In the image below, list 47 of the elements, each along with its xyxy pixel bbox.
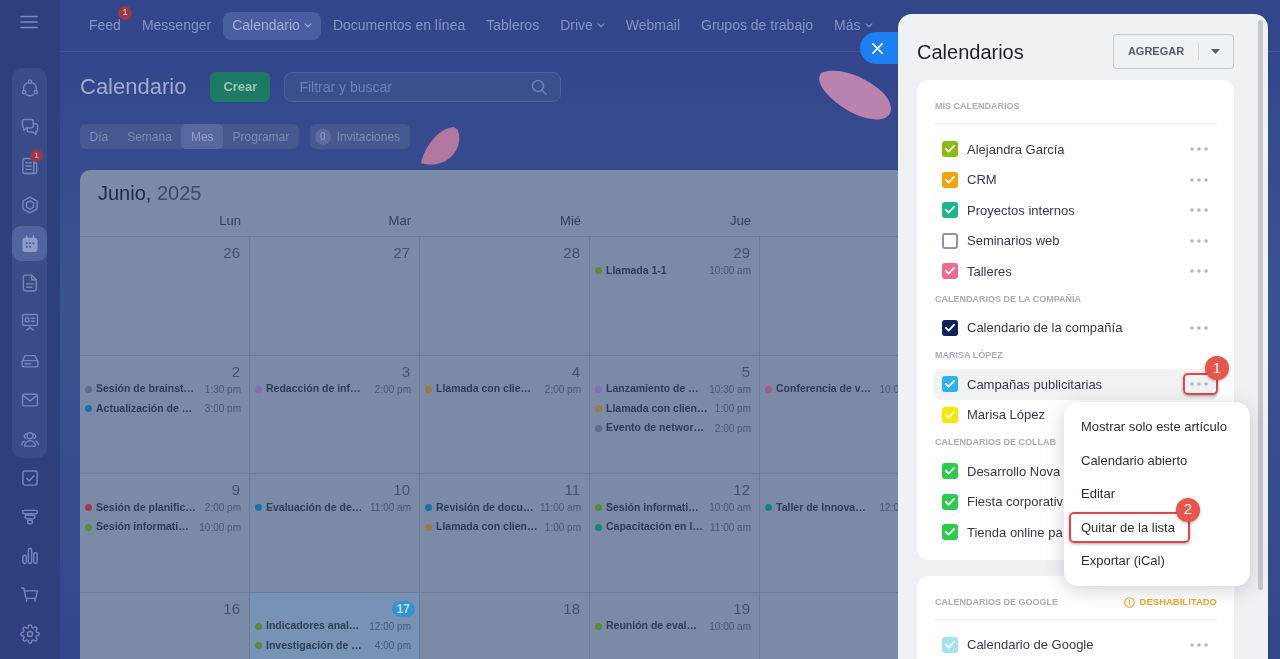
calendar-name: Calendario de Google [967, 636, 1094, 654]
section-heading: CALENDARIOS DE GOOGLE [935, 595, 1058, 609]
day-number: 4 [571, 363, 581, 380]
day-number: 27 [393, 245, 411, 261]
calendar-name: Calendario de la compañía [967, 319, 1123, 337]
page-title: Calendario [80, 73, 187, 101]
calendar-name: Seminarios web [967, 232, 1060, 250]
calendar-name: CRM [967, 171, 997, 189]
calendar-name: Marisa López [967, 406, 1046, 424]
calendar-name: Desarrollo Nova [967, 462, 1061, 481]
weekday-label: Mié [560, 212, 581, 231]
day-number: 10 [393, 482, 411, 498]
callout-badge: 1 [1205, 356, 1229, 380]
weekday-label: Lun [219, 212, 241, 231]
notification-badge: 1 [117, 5, 132, 20]
day-number: 28 [563, 245, 581, 261]
section-heading: MARISA LÓPEZ [935, 349, 1003, 363]
weekday-label: Jue [730, 212, 751, 231]
calendar-name: Campañas publicitarias [967, 375, 1103, 394]
day-number: 2 [231, 363, 241, 380]
day-number: 29 [733, 245, 751, 261]
day-number: 9 [231, 482, 241, 498]
notification-badge: 1 [30, 149, 43, 162]
day-number: 19 [733, 600, 751, 617]
calendar-name: Proyectos internos [967, 201, 1075, 220]
calendar-name: Fiesta corporativ [967, 493, 1064, 511]
day-number: 17 [391, 600, 415, 617]
day-number: 5 [741, 363, 751, 380]
weekday-label: Mar [388, 212, 411, 231]
day-number: 12 [733, 482, 751, 498]
panel-title: Calendarios [917, 39, 1024, 65]
day-number: 16 [223, 600, 241, 617]
callout-badge: 2 [1176, 497, 1200, 522]
event-time: 12:00 pm [369, 619, 411, 634]
warning-label: DESHABILITADO [1139, 595, 1217, 610]
day-number: 11 [564, 482, 581, 498]
calendar-name: Tienda online pa [967, 523, 1063, 542]
day-number: 26 [223, 245, 241, 261]
section-heading: CALENDARIOS DE LA COMPAÑÍA [935, 292, 1081, 306]
section-heading: MIS CALENDARIOS [935, 100, 1020, 114]
event-time: 4:00 pm [374, 639, 411, 654]
section-heading: CALENDARIOS DE COLLAB [935, 436, 1056, 450]
month-title: Junio, 2025 [97, 181, 203, 206]
calendar-name: Alejandra García [967, 140, 1065, 159]
day-number: 18 [563, 600, 581, 617]
calendar-name: Talleres [967, 262, 1012, 281]
day-number: 3 [401, 363, 411, 380]
